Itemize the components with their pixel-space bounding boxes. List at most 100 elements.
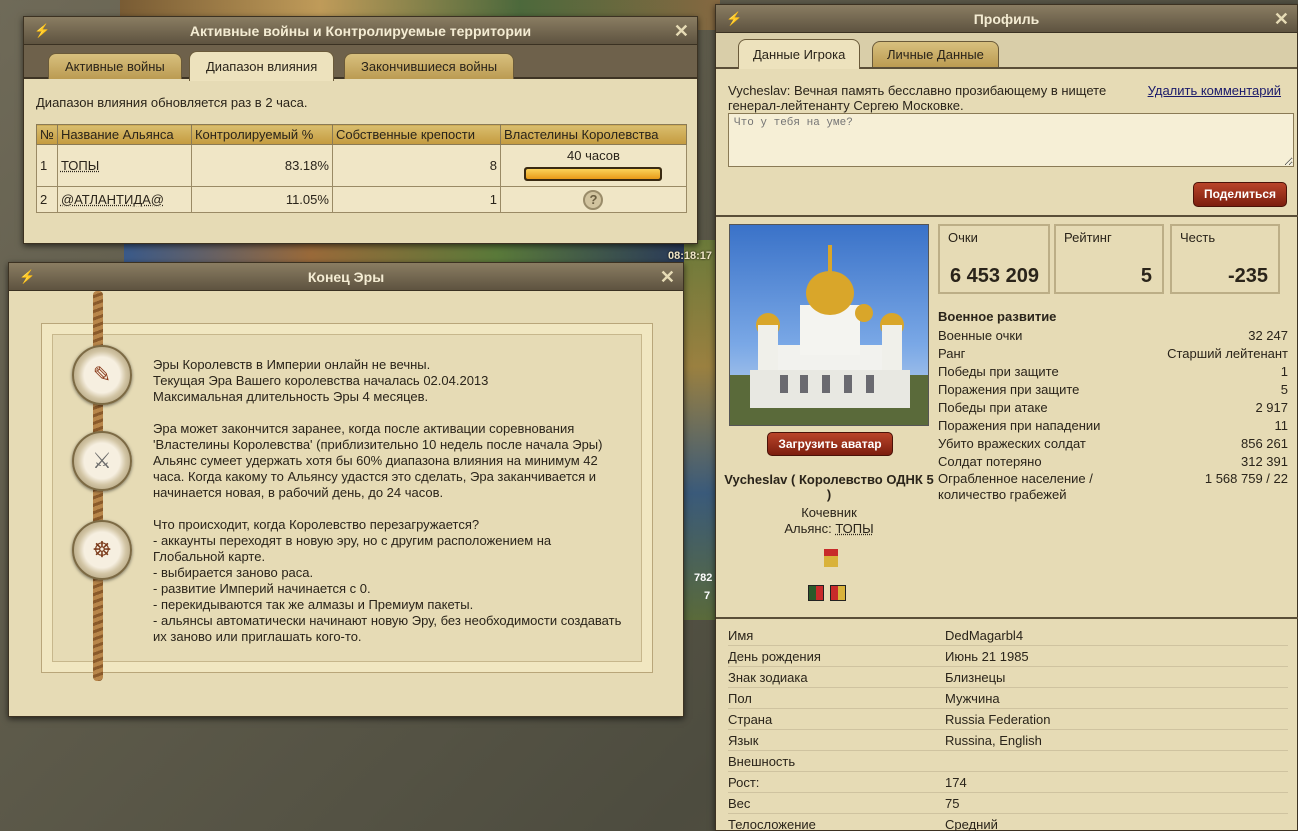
military-key: Поражения при защите (938, 382, 1080, 397)
player-name: Vycheslav ( Королевство ОДНК 5 ) (724, 472, 934, 502)
medal-icon (824, 549, 838, 567)
stat-value: -235 (1227, 265, 1268, 287)
wars-window: ⚡ Активные войны и Контролируемые террит… (23, 16, 698, 244)
flag-icon (808, 585, 824, 601)
alliance-label: Альянс: (784, 521, 832, 536)
lords-progress-bar (524, 167, 663, 181)
background-number-2: 7 (704, 590, 711, 602)
military-key: Ранг (938, 346, 966, 361)
era-window-title: Конец Эры (307, 269, 385, 285)
list-item: Убито вражеских солдат 856 261 (938, 435, 1288, 453)
military-value: Старший лейтенант (1167, 346, 1288, 361)
stat-label: Рейтинг (1064, 230, 1112, 245)
list-item: День рождения Июнь 21 1985 (728, 646, 1288, 667)
personal-key: Телосложение (728, 817, 816, 831)
list-item: Телосложение Средний (728, 814, 1288, 831)
fortress-count: 1 (331, 186, 501, 213)
personal-value: Средний (945, 817, 998, 831)
personal-value: Russia Federation (945, 712, 1051, 727)
personal-value: 75 (945, 796, 960, 811)
list-item: Внешность (728, 751, 1288, 772)
tab-finished-wars[interactable]: Закончившиеся войны (344, 53, 515, 79)
pin-icon[interactable]: ⚡ (726, 5, 742, 33)
tab-player-data[interactable]: Данные Игрока (738, 39, 861, 69)
close-icon[interactable]: ✕ (660, 263, 675, 291)
stat-points: Очки 6 453 209 (938, 224, 1050, 294)
military-value: 11 (1274, 418, 1289, 433)
influence-table: № Название Альянса Контролируемый % Собс… (36, 124, 688, 213)
comment-input[interactable] (728, 113, 1294, 167)
fortress-count: 8 (331, 144, 501, 187)
table-row: 2 @АТЛАНТИДА@ 11.05% 1 ? (36, 186, 688, 213)
stat-rating: Рейтинг 5 (1054, 224, 1164, 294)
stat-value: 5 (1140, 265, 1152, 287)
divider (716, 617, 1298, 619)
list-item: Язык Russina, English (728, 730, 1288, 751)
military-value: 1 (1280, 364, 1288, 379)
alliance-link[interactable]: ТОПЫ (61, 158, 99, 173)
row-number: 2 (36, 186, 58, 213)
personal-key: Пол (728, 691, 752, 706)
list-item: Знак зодиака Близнецы (728, 667, 1288, 688)
col-number: № (36, 124, 58, 145)
era-paragraph: Эры Королевств в Империи онлайн не вечны… (153, 357, 489, 404)
military-key: Победы при защите (938, 364, 1059, 379)
pin-icon[interactable]: ⚡ (19, 263, 35, 291)
list-item: Страна Russia Federation (728, 709, 1288, 730)
share-button[interactable]: Поделиться (1193, 182, 1287, 207)
stat-honor: Честь -235 (1170, 224, 1280, 294)
table-row: 1 ТОПЫ 83.18% 8 40 часов (36, 144, 688, 187)
list-item: Пол Мужчина (728, 688, 1288, 709)
military-value: 1 568 759 / 22 (1204, 471, 1288, 486)
list-item: Имя DedMagarbl4 (728, 625, 1288, 646)
era-window-titlebar[interactable]: ⚡ Конец Эры ✕ (9, 263, 683, 291)
close-icon[interactable]: ✕ (1274, 5, 1289, 33)
pin-icon[interactable]: ⚡ (34, 17, 50, 45)
military-title: Военное развитие (938, 309, 1057, 324)
era-window: ⚡ Конец Эры ✕ ✎ ⚔ ☸ Эры Королевств в Имп… (8, 262, 684, 717)
military-key: Солдат потеряно (938, 454, 1042, 469)
game-clock: 08:18:17 (668, 250, 713, 262)
military-key: Поражения при нападении (938, 418, 1101, 433)
wars-tabs: Активные войны Диапазон влияния Закончив… (24, 45, 697, 81)
col-fortresses: Собственные крепости (331, 124, 501, 145)
stat-value: 6 453 209 (950, 265, 1039, 287)
list-item: Поражения при защите 5 (938, 381, 1288, 399)
military-key: Военные очки (938, 328, 1023, 343)
help-icon[interactable]: ? (583, 189, 604, 210)
delete-comment-link[interactable]: Удалить комментарий (1148, 83, 1281, 98)
upload-avatar-button[interactable]: Загрузить аватар (767, 432, 893, 456)
tab-active-wars[interactable]: Активные войны (48, 53, 182, 79)
alliance-link[interactable]: @АТЛАНТИДА@ (61, 192, 164, 207)
profile-tabs: Данные Игрока Личные Данные (716, 33, 1297, 69)
military-value: 312 391 (1241, 454, 1288, 469)
personal-value: Июнь 21 1985 (945, 649, 1029, 664)
military-key: Убито вражеских солдат (938, 436, 1086, 451)
tab-influence-range[interactable]: Диапазон влияния (189, 51, 335, 81)
wheel-icon: ☸ (72, 520, 132, 580)
wars-window-titlebar[interactable]: ⚡ Активные войны и Контролируемые террит… (24, 17, 697, 45)
controlled-pct: 83.18% (190, 144, 333, 187)
personal-key: Рост: (728, 775, 760, 790)
military-value: 856 261 (1241, 436, 1288, 451)
list-item: Солдат потеряно 312 391 (938, 453, 1288, 471)
personal-value: DedMagarbl4 (945, 628, 1024, 643)
list-item: Поражения при нападении 11 (938, 417, 1288, 435)
list-item: Победы при защите 1 (938, 363, 1288, 381)
tab-personal-data[interactable]: Личные Данные (872, 41, 999, 67)
avatar (729, 224, 929, 426)
profile-window: ⚡ Профиль ✕ Данные Игрока Личные Данные … (715, 4, 1298, 831)
wall-comment: Vycheslav: Вечная память бесславно прози… (728, 83, 1107, 113)
stat-label: Очки (948, 230, 978, 245)
close-icon[interactable]: ✕ (674, 17, 689, 45)
personal-value: 174 (945, 775, 967, 790)
list-item: Вес 75 (728, 793, 1288, 814)
profile-window-titlebar[interactable]: ⚡ Профиль ✕ (716, 5, 1297, 33)
alliance-link[interactable]: ТОПЫ (835, 521, 873, 536)
personal-key: Вес (728, 796, 751, 811)
military-value: 5 (1280, 382, 1288, 397)
military-value: 32 247 (1248, 328, 1288, 343)
wars-window-title: Активные войны и Контролируемые территор… (189, 23, 532, 39)
shield-sword-icon: ⚔ (72, 431, 132, 491)
personal-value: Мужчина (945, 691, 1000, 706)
